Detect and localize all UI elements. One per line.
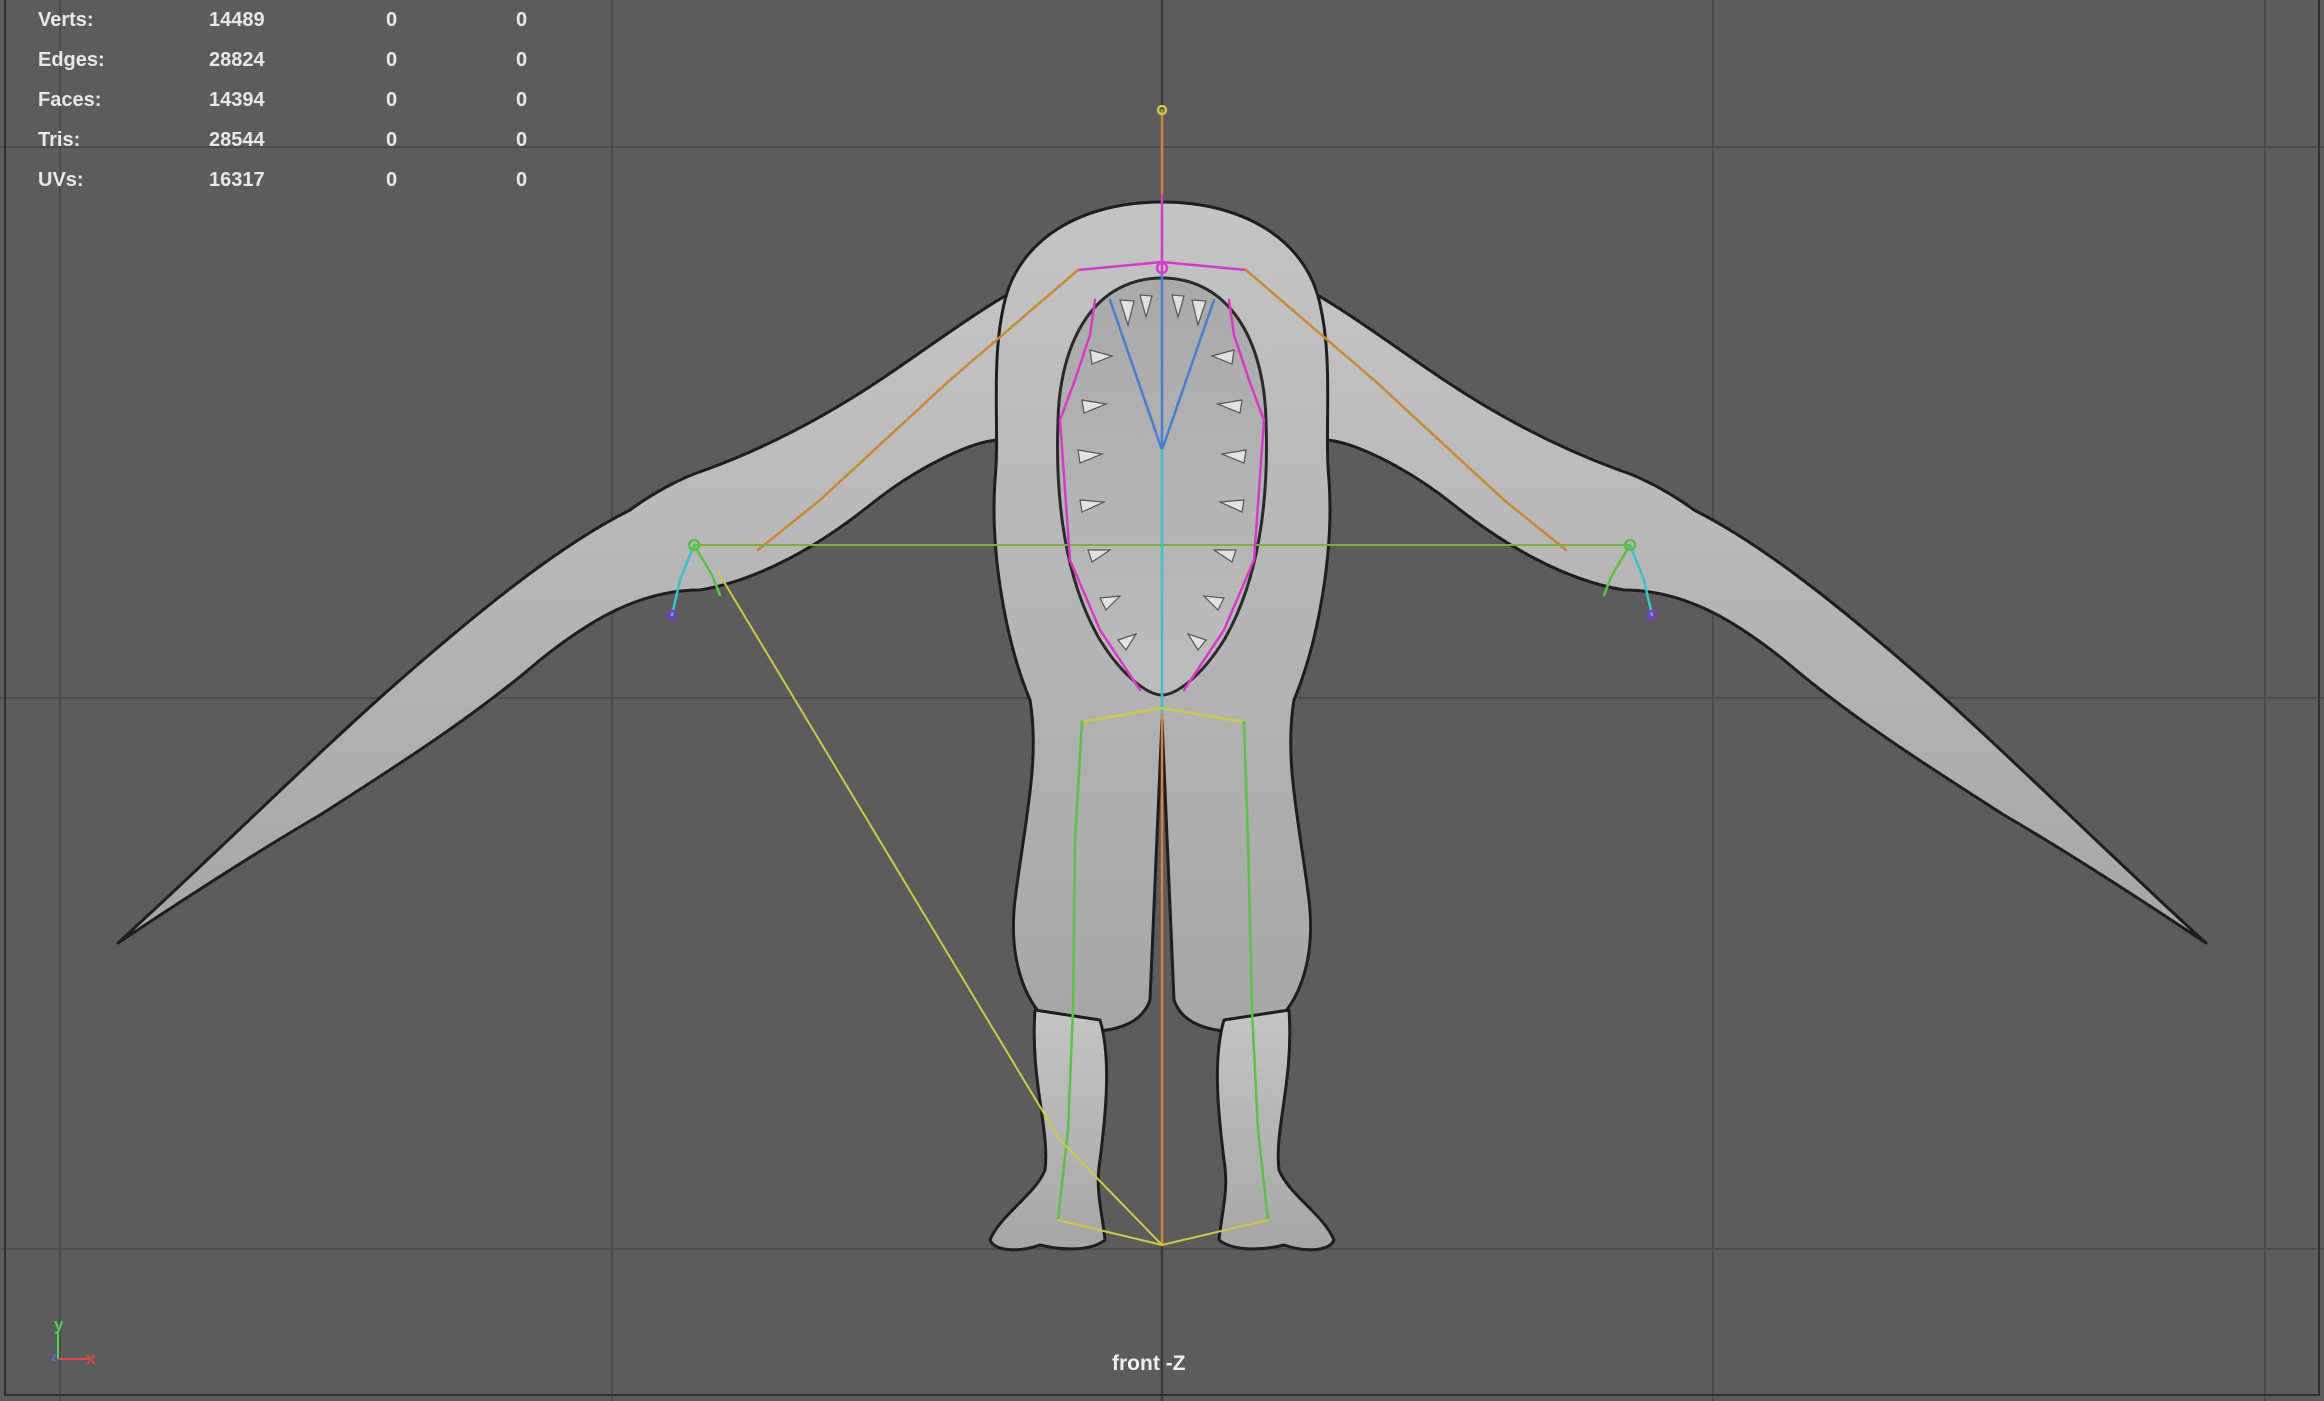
hud-value: 14394 [209,89,265,111]
hud-value: 28824 [209,49,265,71]
hud-value: 0 [386,49,398,71]
hud-value: 0 [516,169,528,191]
hud-value: 0 [516,129,528,151]
hud-row-uvs: UVs: 16317 0 0 [38,160,578,200]
hud-value: 0 [386,129,398,151]
axis-z-label: z [51,1350,57,1364]
camera-name-label: front -Z [1112,1352,1186,1375]
axis-y-label: y [54,1315,64,1334]
poly-count-hud: Verts: 14489 0 0 Edges: 28824 0 0 Faces:… [38,0,578,200]
left-arm-mesh [116,273,1047,945]
left-shin-mesh [988,1008,1109,1252]
hud-value: 14489 [209,9,265,31]
hud-value: 0 [516,49,528,71]
right-shin-mesh [1215,1008,1336,1252]
hud-value: 0 [386,169,398,191]
skeleton-rig[interactable] [666,104,1658,1247]
hud-value: 0 [516,9,528,31]
hud-row-verts: Verts: 14489 0 0 [38,0,578,40]
viewport-scene[interactable] [0,0,2324,1401]
axis-x-label: x [86,1349,96,1368]
hud-row-faces: Faces: 14394 0 0 [38,80,578,120]
hud-value: 0 [516,89,528,111]
axis-gizmo-icon: y z x [48,1315,108,1375]
hud-label: Tris: [38,129,81,151]
hud-value: 16317 [209,169,265,191]
hud-row-tris: Tris: 28544 0 0 [38,120,578,160]
hud-value: 0 [386,9,398,31]
hud-label: Verts: [38,9,94,31]
hud-value: 0 [386,89,398,111]
hud-label: Edges: [38,49,105,71]
hud-row-edges: Edges: 28824 0 0 [38,40,578,80]
hud-value: 28544 [209,129,265,151]
right-arm-mesh [1277,273,2208,945]
hud-label: UVs: [38,169,84,191]
viewport-panel[interactable]: Verts: 14489 0 0 Edges: 28824 0 0 Faces:… [0,0,2324,1401]
hud-label: Faces: [38,89,102,111]
